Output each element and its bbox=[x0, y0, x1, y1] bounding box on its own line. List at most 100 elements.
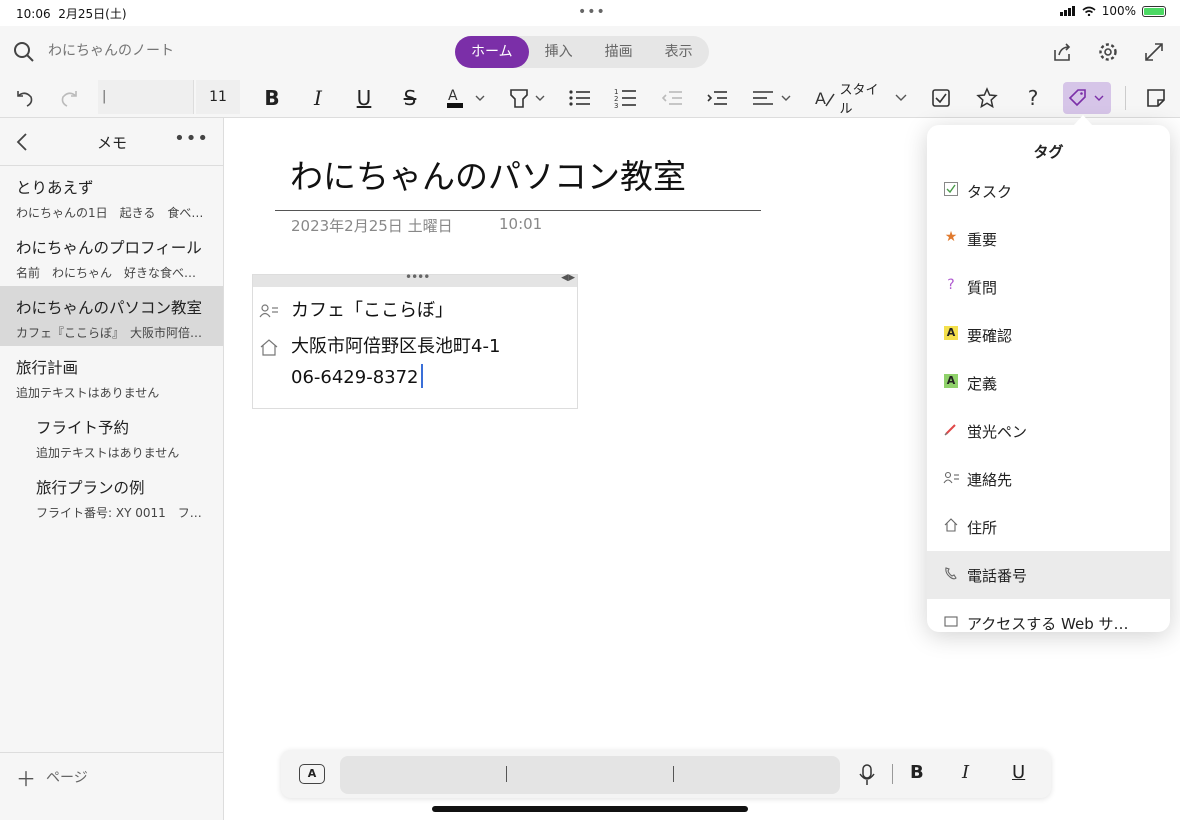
increase-indent-icon[interactable] bbox=[703, 82, 731, 114]
grip-icon: •••• bbox=[405, 270, 430, 284]
tag-item-definition[interactable]: A 定義 bbox=[927, 359, 1170, 407]
phone-icon bbox=[943, 565, 959, 581]
page-item-travel-example[interactable]: 旅行プランの例 フライト番号: XY 0011 フ… bbox=[0, 466, 223, 526]
note-line-phone[interactable]: 06-6429-8372 bbox=[291, 364, 423, 388]
checkbox-icon bbox=[943, 181, 959, 197]
bold-icon[interactable]: B bbox=[258, 82, 286, 114]
tag-item-highlighter[interactable]: 蛍光ペン bbox=[927, 407, 1170, 455]
question-icon: ? bbox=[947, 277, 955, 293]
add-page-button[interactable]: ＋ ページ bbox=[0, 752, 224, 820]
tag-item-important[interactable]: ★ 重要 bbox=[927, 215, 1170, 263]
keyboard-icon[interactable]: A bbox=[299, 764, 325, 784]
page-item-profile[interactable]: わにちゃんのプロフィール 名前 わにちゃん 好きな食べ物… bbox=[0, 226, 223, 286]
italic-icon[interactable]: I bbox=[304, 82, 332, 114]
help-icon[interactable]: ? bbox=[1019, 82, 1047, 114]
tag-item-question[interactable]: ? 質問 bbox=[927, 263, 1170, 311]
tab-view[interactable]: 表示 bbox=[649, 36, 709, 68]
page-date: 2023年2月25日 土曜日 bbox=[291, 217, 453, 235]
battery-percent: 100% bbox=[1101, 4, 1136, 18]
styles-dropdown[interactable]: A スタイル bbox=[814, 82, 908, 117]
settings-gear-icon[interactable] bbox=[1092, 36, 1124, 68]
status-time: 10:06 2月25日(土) bbox=[16, 7, 127, 21]
suggestion-divider bbox=[673, 766, 674, 782]
more-options-icon[interactable]: ••• bbox=[174, 128, 209, 149]
web-icon bbox=[943, 613, 959, 629]
tag-item-contact[interactable]: 連絡先 bbox=[927, 455, 1170, 503]
svg-text:A: A bbox=[448, 88, 458, 104]
tag-item-phone[interactable]: 電話番号 bbox=[927, 551, 1170, 599]
sticky-note-icon[interactable] bbox=[1142, 82, 1170, 114]
tag-item-web[interactable]: アクセスする Web サ… bbox=[927, 599, 1170, 632]
note-line-cafe[interactable]: カフェ「ここらぼ」 bbox=[291, 296, 453, 322]
styles-icon: A bbox=[815, 89, 835, 108]
star-icon[interactable] bbox=[973, 82, 1001, 114]
tag-button[interactable] bbox=[1063, 82, 1111, 114]
page-item-pc-class[interactable]: わにちゃんのパソコン教室 カフェ『ここらぼ』 大阪市阿倍… bbox=[0, 286, 223, 346]
font-name-field[interactable]: | bbox=[98, 80, 194, 114]
search-icon[interactable] bbox=[12, 40, 36, 64]
suggestion-bar[interactable] bbox=[340, 756, 840, 794]
font-size-field[interactable]: 11 bbox=[196, 80, 240, 114]
tag-item-task[interactable]: タスク bbox=[927, 167, 1170, 215]
page-sidebar: メモ ••• とりあえず わにちゃんの1日 起きる 食べる… わにちゃんのプロフ… bbox=[0, 118, 224, 820]
contact-tag-icon bbox=[259, 304, 278, 318]
note-container[interactable]: •••• ◀▶ カフェ「ここらぼ」 大阪市阿倍野区長池町4-1 06-6429-… bbox=[252, 270, 578, 409]
highlighter-icon[interactable] bbox=[506, 82, 550, 114]
home-tag-icon bbox=[260, 339, 278, 356]
expand-icon[interactable] bbox=[1138, 36, 1170, 68]
star-icon: ★ bbox=[944, 229, 958, 245]
status-bar: 10:06 2月25日(土) ••• 100% bbox=[0, 0, 1180, 24]
resize-arrows-icon[interactable]: ◀▶ bbox=[561, 273, 575, 283]
ribbon-tabs: ホーム 挿入 描画 表示 bbox=[455, 36, 709, 68]
undo-icon[interactable] bbox=[10, 82, 38, 114]
plus-icon: ＋ bbox=[16, 767, 36, 791]
text-cursor bbox=[420, 364, 423, 388]
tag-dropdown-menu: タグ タスク ★ 重要 ? 質問 A 要確認 A 定義 蛍光ペン 連絡先 住所 … bbox=[927, 125, 1170, 632]
italic-icon[interactable]: I bbox=[962, 762, 969, 783]
todo-checkbox-icon[interactable] bbox=[927, 82, 955, 114]
ribbon-toolbar: | 11 B I U S A 123 A スタイル ? bbox=[0, 78, 1180, 118]
redo-icon[interactable] bbox=[56, 82, 84, 114]
top-bar: ホーム 挿入 描画 表示 bbox=[0, 26, 1180, 78]
multitask-dots-icon[interactable]: ••• bbox=[578, 4, 606, 20]
suggestion-divider bbox=[506, 766, 507, 782]
tag-item-address[interactable]: 住所 bbox=[927, 503, 1170, 551]
share-icon[interactable] bbox=[1046, 36, 1078, 68]
decrease-indent-icon[interactable] bbox=[658, 82, 686, 114]
page-item-flight-booking[interactable]: フライト予約 追加テキストはありません bbox=[0, 406, 223, 466]
contact-icon bbox=[943, 469, 959, 485]
tab-draw[interactable]: 描画 bbox=[589, 36, 649, 68]
keyboard-shortcut-bar: A B I U bbox=[281, 750, 1051, 798]
battery-icon bbox=[1142, 5, 1166, 17]
home-indicator[interactable] bbox=[432, 806, 748, 812]
font-color-icon[interactable]: A bbox=[444, 82, 488, 114]
highlight-yellow-icon: A bbox=[943, 325, 959, 341]
tab-home[interactable]: ホーム bbox=[455, 36, 529, 68]
ribbon-divider bbox=[1125, 86, 1126, 110]
tab-insert[interactable]: 挿入 bbox=[529, 36, 589, 68]
note-drag-handle[interactable]: •••• ◀▶ bbox=[253, 270, 577, 287]
sidebar-header: メモ ••• bbox=[0, 118, 223, 166]
underline-icon[interactable]: U bbox=[1012, 762, 1025, 783]
tag-item-review[interactable]: A 要確認 bbox=[927, 311, 1170, 359]
wifi-icon bbox=[1082, 6, 1096, 16]
dropdown-caret bbox=[1073, 115, 1093, 126]
search-input[interactable] bbox=[48, 40, 348, 62]
align-icon[interactable] bbox=[750, 82, 794, 114]
strikethrough-icon[interactable]: S bbox=[396, 82, 424, 114]
page-item-toriaezu[interactable]: とりあえず わにちゃんの1日 起きる 食べる… bbox=[0, 166, 223, 226]
bullet-list-icon[interactable] bbox=[566, 82, 594, 114]
numbered-list-icon[interactable]: 123 bbox=[612, 82, 640, 114]
title-underline bbox=[275, 210, 761, 211]
page-title[interactable]: わにちゃんのパソコン教室 bbox=[290, 150, 686, 198]
note-line-address[interactable]: 大阪市阿倍野区長池町4-1 bbox=[291, 332, 500, 358]
svg-text:3: 3 bbox=[614, 102, 618, 109]
top-right-actions bbox=[1046, 36, 1170, 68]
tag-menu-title: タグ bbox=[1033, 143, 1064, 161]
underline-icon[interactable]: U bbox=[350, 82, 378, 114]
microphone-icon[interactable] bbox=[859, 764, 875, 786]
pen-icon bbox=[943, 421, 959, 437]
page-item-travel-plan[interactable]: 旅行計画 追加テキストはありません bbox=[0, 346, 223, 406]
status-right: 100% bbox=[1059, 4, 1166, 18]
bold-icon[interactable]: B bbox=[910, 762, 924, 783]
